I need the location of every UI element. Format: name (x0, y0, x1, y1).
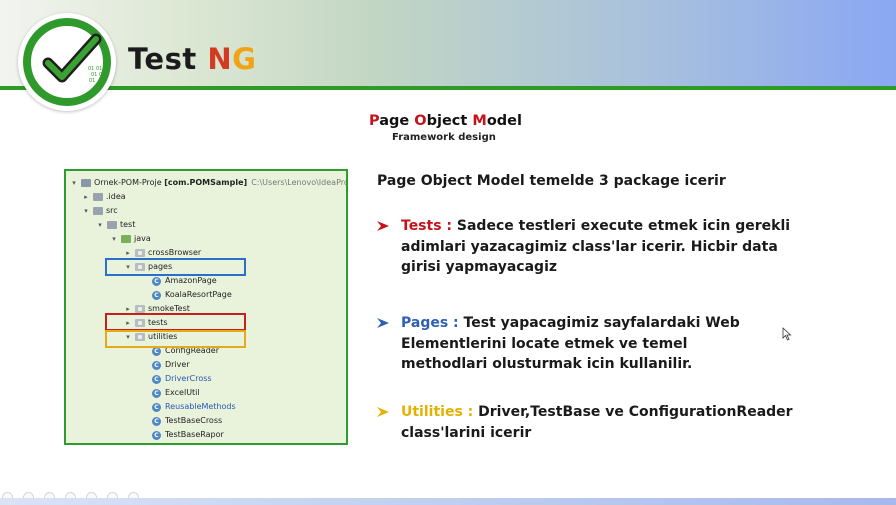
mouse-cursor-icon (782, 327, 792, 341)
tree-row-java[interactable]: ▾ java (110, 233, 151, 245)
title-part-bject: bject (426, 113, 473, 129)
tests-description: Tests : Sadece testleri execute etmek ic… (401, 216, 821, 278)
bottom-accent-bar (0, 498, 896, 505)
chevron-down-icon: ▾ (98, 221, 102, 229)
tree-label: TestBaseCross (165, 416, 223, 425)
tests-label: Tests : (401, 218, 453, 234)
arrow-bullet-red-icon (377, 221, 389, 231)
tree-row-reusablemethods[interactable]: C ReusableMethods (152, 401, 236, 413)
title-part-odel: odel (486, 113, 522, 129)
title-letter-p: P (369, 113, 380, 129)
pages-description: Pages : Test yapacagimiz sayfalardaki We… (401, 313, 771, 375)
tree-row-testbaserapor[interactable]: C TestBaseRapor (152, 429, 224, 441)
brand-title: Test NG (128, 42, 256, 76)
highlight-tests-box (105, 313, 246, 331)
class-icon: C (152, 276, 161, 286)
highlight-utilities-box (105, 330, 246, 348)
utilities-label: Utilities : (401, 404, 474, 420)
tree-row-idea[interactable]: ▸ .idea (82, 191, 126, 203)
tree-label: ReusableMethods (165, 402, 236, 411)
source-folder-icon (121, 235, 131, 243)
class-icon: C (152, 290, 161, 300)
chevron-right-icon: ▸ (84, 193, 88, 201)
highlight-pages-box (105, 258, 246, 276)
tree-label: Driver (165, 360, 190, 369)
project-tree-panel: ▾ Ornek-POM-Proje [com.POMSample] C:\User… (64, 169, 348, 445)
tree-row-driver[interactable]: C Driver (152, 359, 190, 371)
project-name: Ornek-POM-Proje (94, 178, 162, 187)
folder-icon (107, 221, 117, 229)
tree-label: AmazonPage (165, 276, 217, 285)
title-letter-o: O (414, 113, 427, 129)
page-subtitle: Framework design (392, 132, 496, 143)
chevron-down-icon: ▾ (112, 235, 116, 243)
chevron-down-icon: ▾ (72, 179, 76, 187)
class-icon: C (152, 360, 161, 370)
tree-label: .idea (106, 192, 126, 201)
brand-test: Test (128, 42, 197, 76)
project-module: [com.POMSample] (164, 178, 248, 187)
page-title: Page Object Model (369, 113, 522, 129)
class-icon: C (152, 416, 161, 426)
intro-text: Page Object Model temelde 3 package icer… (377, 173, 726, 189)
tree-row-testbasecross[interactable]: C TestBaseCross (152, 415, 222, 427)
tree-row-drivercross[interactable]: C DriverCross (152, 373, 212, 385)
project-path: C:\Users\Lenovo\IdeaProject (251, 178, 348, 187)
pages-label: Pages : (401, 315, 459, 331)
brand-g: G (232, 42, 257, 76)
class-icon: C (152, 388, 161, 398)
arrow-bullet-blue-icon (377, 318, 389, 328)
chevron-down-icon: ▾ (84, 207, 88, 215)
folder-icon (93, 193, 103, 201)
title-part-age: age (379, 113, 415, 129)
tests-text: Sadece testleri execute etmek icin gerek… (401, 218, 791, 275)
package-icon (135, 305, 145, 313)
tree-label: src (106, 206, 118, 215)
tree-row-project[interactable]: ▾ Ornek-POM-Proje [com.POMSample] C:\User… (70, 177, 348, 189)
class-icon: C (152, 402, 161, 412)
tree-label: KoalaResortPage (165, 290, 232, 299)
tree-label: java (134, 234, 151, 243)
tree-row-src[interactable]: ▾ src (82, 205, 118, 217)
tree-label: ExcelUtil (165, 388, 200, 397)
folder-icon (93, 207, 103, 215)
utilities-description: Utilities : Driver,TestBase ve Configura… (401, 402, 801, 443)
package-icon (135, 249, 145, 257)
tree-label: TestBaseRapor (165, 430, 224, 439)
tree-row-amazonpage[interactable]: C AmazonPage (152, 275, 217, 287)
class-icon: C (152, 374, 161, 384)
arrow-bullet-yellow-icon (377, 407, 389, 417)
project-icon (81, 179, 91, 187)
class-icon: C (152, 430, 161, 440)
brand-n: N (207, 42, 233, 76)
header-divider (0, 86, 896, 90)
tree-row-test[interactable]: ▾ test (96, 219, 135, 231)
tree-label: DriverCross (165, 374, 212, 383)
tree-row-excelutil[interactable]: C ExcelUtil (152, 387, 200, 399)
tree-label: test (120, 220, 136, 229)
logo-binary-bot: 01 (89, 78, 95, 84)
testng-logo: 01 01 01 01 01 (18, 13, 116, 111)
title-letter-m: M (472, 113, 487, 129)
tree-row-koalaresortpage[interactable]: C KoalaResortPage (152, 289, 232, 301)
